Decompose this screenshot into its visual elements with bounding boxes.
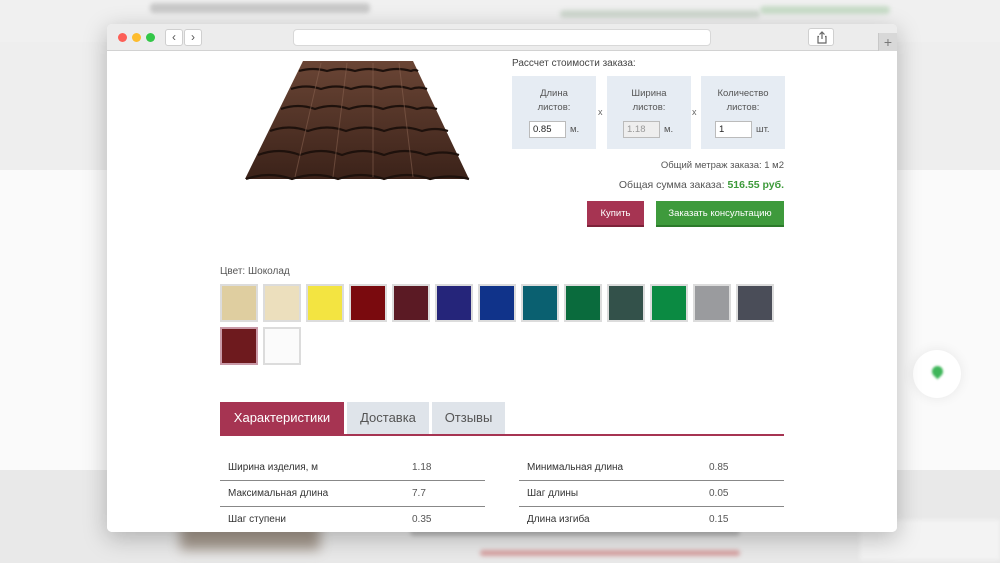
spec-value: 0.35 — [412, 514, 432, 525]
share-button[interactable] — [808, 28, 834, 46]
page-content: Рассчет стоимости заказа: Длина листов: м… — [107, 51, 897, 532]
color-swatch[interactable] — [607, 284, 645, 322]
minimize-window-button[interactable] — [132, 33, 141, 42]
color-swatch[interactable] — [478, 284, 516, 322]
width-box: Ширина листов: м. — [607, 76, 691, 149]
color-swatch[interactable] — [349, 284, 387, 322]
buy-button[interactable]: Купить — [587, 201, 644, 227]
spec-row: Минимальная длина 0.85 — [519, 455, 784, 481]
quantity-input[interactable] — [715, 121, 752, 138]
quantity-unit: шт. — [756, 124, 770, 135]
color-swatch[interactable] — [435, 284, 473, 322]
roof-tile-product-image — [245, 61, 470, 181]
color-swatch[interactable] — [306, 284, 344, 322]
spec-name: Максимальная длина — [228, 488, 329, 499]
product-tabs: Характеристики Доставка Отзывы — [220, 402, 784, 436]
width-label-line2: листов: — [632, 102, 666, 113]
total-area: Общий метраж заказа: 1 м2 — [660, 160, 784, 171]
spec-row: Ширина изделия, м 1.18 — [220, 455, 485, 481]
spec-name: Шаг длины — [527, 488, 579, 499]
share-icon — [817, 31, 827, 44]
spec-name: Длина изгиба — [527, 514, 590, 525]
color-swatch[interactable] — [521, 284, 559, 322]
color-swatch[interactable] — [263, 327, 301, 365]
color-swatch[interactable] — [650, 284, 688, 322]
address-bar[interactable] — [293, 29, 711, 46]
tab-characteristics[interactable]: Характеристики — [220, 402, 344, 434]
forward-button[interactable]: › — [184, 29, 202, 46]
length-label-line2: листов: — [537, 102, 571, 113]
color-swatch[interactable] — [263, 284, 301, 322]
color-swatch[interactable] — [736, 284, 774, 322]
spec-value: 0.85 — [709, 462, 729, 473]
maximize-window-button[interactable] — [146, 33, 155, 42]
length-label-line1: Длина — [540, 88, 568, 99]
chevron-right-icon: › — [191, 30, 195, 44]
spec-row: Максимальная длина 7.7 — [220, 481, 485, 507]
calculator-title: Рассчет стоимости заказа: — [512, 58, 636, 69]
spec-name: Шаг ступени — [228, 514, 286, 525]
length-input[interactable] — [529, 121, 566, 138]
quantity-label-line1: Количество — [717, 88, 769, 99]
tab-delivery[interactable]: Доставка — [347, 402, 429, 434]
back-button[interactable]: ‹ — [165, 29, 183, 46]
spec-value: 7.7 — [412, 488, 426, 499]
tab-reviews[interactable]: Отзывы — [432, 402, 505, 434]
width-input — [623, 121, 660, 138]
multiply-sign: x — [598, 107, 603, 117]
color-label: Цвет: Шоколад — [220, 266, 290, 277]
width-label-line1: Ширина — [631, 88, 667, 99]
chevron-left-icon: ‹ — [172, 30, 176, 44]
spec-value: 0.15 — [709, 514, 729, 525]
color-swatch[interactable] — [220, 284, 258, 322]
color-swatch[interactable] — [220, 327, 258, 365]
order-consultation-button[interactable]: Заказать консультацию — [656, 201, 784, 227]
spec-row: Длина изгиба 0.15 — [519, 507, 784, 532]
new-tab-button[interactable]: + — [878, 33, 897, 51]
spec-name: Минимальная длина — [527, 462, 624, 473]
spec-value: 1.18 — [412, 462, 432, 473]
spec-row: Шаг ступени 0.35 — [220, 507, 485, 532]
map-pin-icon — [913, 350, 961, 398]
close-window-button[interactable] — [118, 33, 127, 42]
plus-icon: + — [883, 34, 893, 50]
color-swatch[interactable] — [693, 284, 731, 322]
spec-name: Ширина изделия, м — [228, 462, 319, 473]
quantity-label-line2: листов: — [726, 102, 760, 113]
total-sum-value: 516.55 руб. — [727, 179, 784, 191]
multiply-sign: x — [692, 107, 697, 117]
browser-window: ‹ › + Рассчет стоимости заказа: Длина ли… — [107, 24, 897, 532]
quantity-box: Количество листов: шт. — [701, 76, 785, 149]
length-box: Длина листов: м. — [512, 76, 596, 149]
color-swatch[interactable] — [392, 284, 430, 322]
browser-titlebar: ‹ › + — [107, 24, 897, 409]
color-swatch[interactable] — [564, 284, 602, 322]
spec-value: 0.05 — [709, 488, 729, 499]
spec-row: Шаг длины 0.05 — [519, 481, 784, 507]
total-sum: Общая сумма заказа: 516.55 руб. — [619, 179, 784, 191]
total-sum-label: Общая сумма заказа: — [618, 179, 725, 191]
width-unit: м. — [664, 124, 674, 135]
length-unit: м. — [570, 124, 580, 135]
